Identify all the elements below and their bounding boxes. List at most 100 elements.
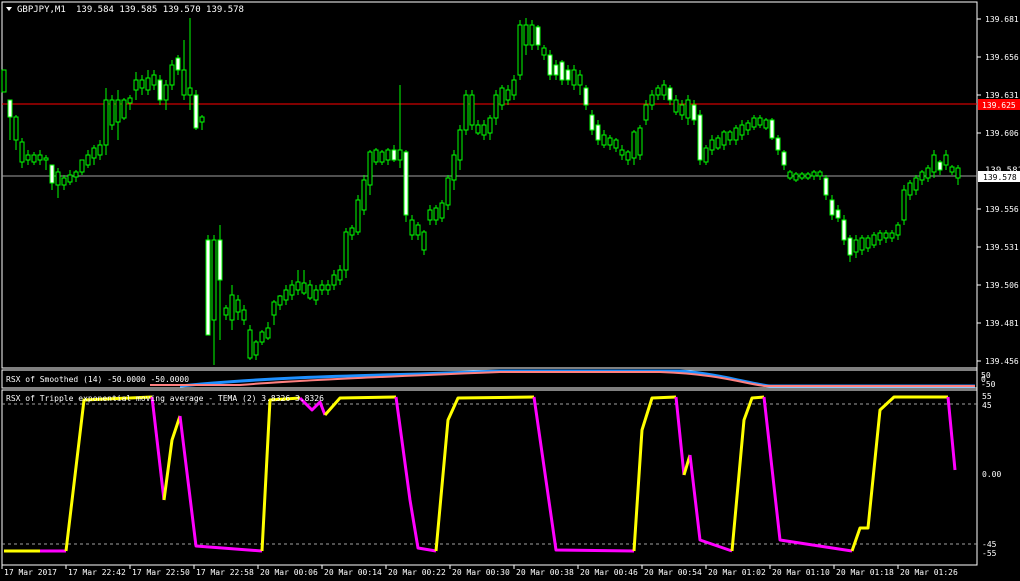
- candle: [925, 167, 931, 179]
- candle: [349, 227, 355, 236]
- candle: [481, 124, 487, 136]
- candle: [223, 307, 229, 316]
- candle: [517, 24, 523, 76]
- candle: [139, 79, 145, 89]
- candle: [619, 149, 625, 156]
- candle: [535, 26, 541, 46]
- candle: [391, 149, 397, 161]
- candle: [337, 269, 343, 281]
- candle: [913, 177, 919, 191]
- time-tick-label: 17 Mar 22:58: [196, 568, 254, 577]
- candle: [607, 137, 613, 146]
- candle: [811, 171, 817, 177]
- price-tick-label: 139.681: [985, 15, 1019, 24]
- candle: [373, 149, 379, 163]
- candle: [511, 79, 517, 96]
- candle: [1, 69, 7, 93]
- candle: [49, 164, 55, 184]
- time-tick-label: 20 Mar 00:54: [644, 568, 702, 577]
- candle: [871, 234, 877, 246]
- candle: [241, 309, 247, 321]
- candle: [949, 166, 955, 173]
- candle: [613, 139, 619, 149]
- candle: [397, 149, 403, 161]
- candle: [193, 94, 199, 129]
- candle: [829, 199, 835, 216]
- candle: [433, 207, 439, 221]
- candle: [235, 299, 241, 313]
- candle: [247, 329, 253, 359]
- candle: [145, 77, 151, 91]
- candle: [805, 173, 811, 179]
- candle: [361, 179, 367, 211]
- candle: [817, 171, 823, 177]
- candle: [589, 114, 595, 131]
- candle: [931, 154, 937, 173]
- candle: [199, 116, 205, 123]
- candle: [499, 87, 505, 106]
- candle: [697, 114, 703, 161]
- candle: [43, 157, 49, 161]
- candle: [937, 161, 943, 171]
- candle: [841, 219, 847, 241]
- candle: [709, 139, 715, 151]
- candle: [883, 232, 889, 239]
- candle: [415, 224, 421, 236]
- price-axis: 139.681 139.656 139.631 139.606 139.556 139.5…: [977, 15, 1019, 366]
- candle: [385, 149, 391, 161]
- candle: [421, 231, 427, 251]
- price-chart-pane[interactable]: [1, 1, 978, 369]
- candle: [637, 127, 643, 156]
- candle: [37, 154, 43, 161]
- candle: [463, 94, 469, 131]
- candle: [67, 174, 73, 183]
- candle: [25, 154, 31, 161]
- price-tick-label: 139.606: [985, 129, 1019, 138]
- candle: [529, 24, 535, 46]
- candle: [631, 131, 637, 159]
- candle: [175, 57, 181, 71]
- candle: [181, 69, 187, 96]
- rsx-tema-pane[interactable]: [1, 389, 978, 566]
- time-tick-label: 17 Mar 22:42: [68, 568, 126, 577]
- candle: [727, 131, 733, 141]
- candle: [169, 64, 175, 86]
- candle: [685, 99, 691, 119]
- candle: [283, 289, 289, 301]
- candle: [307, 284, 313, 299]
- candle: [763, 119, 769, 129]
- candle: [79, 159, 85, 173]
- candle: [409, 219, 415, 236]
- rsx2-axis: 55 45 0.00 -45 -55: [982, 392, 1001, 558]
- candle: [259, 331, 265, 343]
- candle: [61, 177, 67, 186]
- candle: [469, 94, 475, 126]
- candle: [895, 224, 901, 236]
- candle: [271, 301, 277, 316]
- trading-chart-window[interactable]: 139.681 139.656 139.631 139.606 139.556 139.5…: [0, 0, 1020, 581]
- candle: [343, 231, 349, 271]
- candle: [55, 171, 61, 186]
- candle: [739, 124, 745, 136]
- candle: [655, 87, 661, 96]
- candle: [847, 237, 853, 256]
- time-tick-label: 20 Mar 01:26: [900, 568, 958, 577]
- candle: [583, 87, 589, 106]
- candle: [31, 154, 37, 163]
- current-price-label: 139.578: [983, 173, 1017, 182]
- candle: [757, 117, 763, 126]
- candle: [943, 154, 949, 166]
- candle: [187, 87, 193, 96]
- candle: [277, 295, 283, 306]
- candle: [289, 284, 295, 296]
- candle: [859, 237, 865, 251]
- bid-price-label: 139.625: [982, 101, 1016, 110]
- price-tick-label: 139.556: [985, 205, 1019, 214]
- candle: [601, 134, 607, 146]
- symbol-timeframe: GBPJPY,M1: [17, 5, 66, 15]
- candle: [769, 119, 775, 139]
- candle: [163, 84, 169, 101]
- candle: [367, 151, 373, 186]
- rsx2-axis-0: 0.00: [982, 470, 1001, 479]
- candle: [799, 173, 805, 179]
